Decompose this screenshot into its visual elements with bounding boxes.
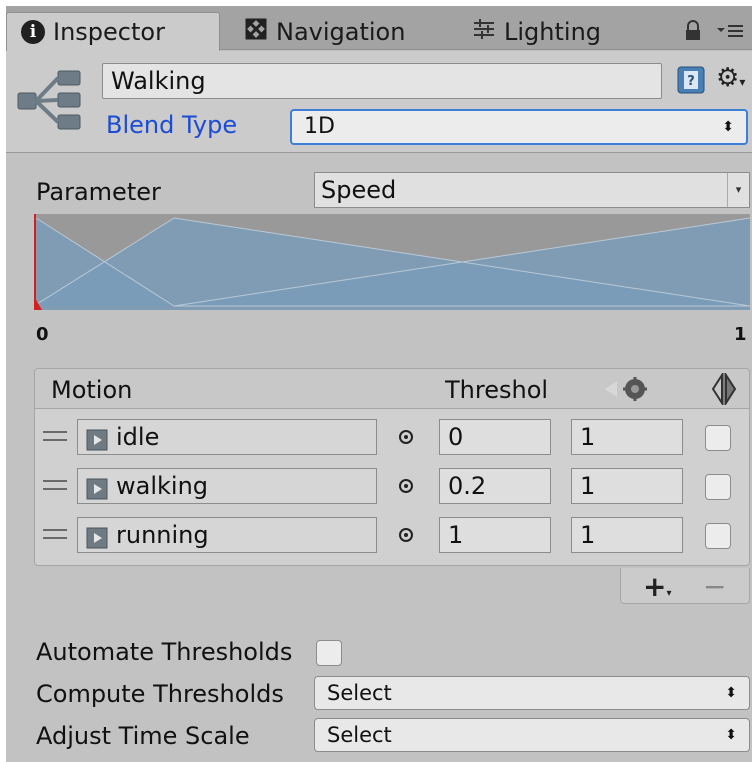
- object-picker-icon[interactable]: [397, 526, 415, 544]
- motion-row-idle: idle 0 1: [35, 413, 749, 462]
- info-icon: i: [21, 20, 45, 44]
- select-arrows-icon: ⬍: [725, 685, 737, 701]
- object-picker-icon[interactable]: [397, 428, 415, 446]
- speed-field[interactable]: 1: [571, 419, 683, 455]
- automate-thresholds-label: Automate Thresholds: [36, 638, 293, 666]
- blend-type-select[interactable]: 1D ⬍: [290, 109, 748, 145]
- menu-icon[interactable]: [716, 20, 744, 42]
- select-arrows-icon: ⬍: [725, 727, 737, 743]
- compute-thresholds-label: Compute Thresholds: [36, 680, 284, 708]
- select-arrows-icon: ⬍: [722, 119, 734, 135]
- adjust-time-scale-value: Select: [327, 723, 392, 747]
- motion-column-header: Motion: [51, 376, 133, 404]
- lock-icon[interactable]: [682, 20, 704, 42]
- tab-label: Lighting: [504, 17, 602, 46]
- motion-clip-field[interactable]: idle: [77, 419, 377, 455]
- blend-type-value: 1D: [304, 114, 335, 139]
- adjust-time-scale-select[interactable]: Select ⬍: [314, 718, 750, 752]
- axis-min-label: 0: [36, 324, 49, 345]
- add-label: +: [643, 570, 667, 603]
- svg-text:?: ?: [687, 74, 695, 89]
- speed-field[interactable]: 1: [571, 517, 683, 553]
- drag-handle-icon[interactable]: [43, 529, 67, 539]
- threshold-field[interactable]: 0: [439, 419, 551, 455]
- inspector-panel: i Inspector Navigation Lighting Walking …: [6, 6, 752, 762]
- compute-thresholds-select[interactable]: Select ⬍: [314, 676, 750, 710]
- blend-graph[interactable]: [28, 214, 751, 310]
- navigation-icon: [244, 17, 268, 47]
- blend-tree-name-field[interactable]: Walking: [102, 63, 662, 99]
- blend-tree-icon: [16, 65, 86, 135]
- motion-clip-field[interactable]: running: [77, 517, 377, 553]
- mirror-checkbox[interactable]: [705, 425, 731, 451]
- motion-clip-name: walking: [116, 472, 209, 500]
- animation-clip-icon: [86, 426, 108, 451]
- parameter-value: Speed: [321, 176, 397, 204]
- help-icon[interactable]: ?: [676, 65, 706, 95]
- motion-list: Motion Threshold idle 0 1: [34, 368, 750, 566]
- tab-lighting[interactable]: Lighting: [458, 12, 648, 51]
- motion-clip-name: running: [116, 521, 209, 549]
- add-motion-button[interactable]: +▾: [643, 570, 672, 603]
- dropdown-arrow-icon: ▾: [727, 173, 749, 207]
- motion-list-header: Motion Threshold: [35, 369, 749, 409]
- blend-tree-header: Walking ? ⚙▾ Blend Type 1D ⬍: [6, 51, 752, 153]
- threshold-field[interactable]: 0.2: [439, 468, 551, 504]
- mirror-checkbox[interactable]: [705, 523, 731, 549]
- automate-thresholds-checkbox[interactable]: [316, 640, 342, 666]
- compute-thresholds-value: Select: [327, 681, 392, 705]
- tab-label: Navigation: [276, 17, 406, 46]
- object-picker-icon[interactable]: [397, 477, 415, 495]
- tab-bar: i Inspector Navigation Lighting: [6, 6, 752, 51]
- parameter-select[interactable]: Speed ▾: [314, 172, 750, 208]
- animation-clip-icon: [86, 475, 108, 500]
- axis-max-label: 1: [734, 324, 747, 345]
- drag-handle-icon[interactable]: [43, 480, 67, 490]
- remove-motion-button[interactable]: −: [703, 570, 726, 603]
- tab-inspector[interactable]: i Inspector: [6, 12, 220, 51]
- speed-icon: [603, 377, 655, 401]
- gear-icon[interactable]: ⚙▾: [716, 63, 748, 95]
- threshold-field[interactable]: 1: [439, 517, 551, 553]
- adjust-time-scale-label: Adjust Time Scale: [36, 722, 250, 750]
- drag-handle-icon[interactable]: [43, 431, 67, 441]
- add-remove-bar: +▾ −: [620, 568, 750, 604]
- mirror-checkbox[interactable]: [705, 474, 731, 500]
- tab-label: Inspector: [53, 18, 165, 46]
- parameter-label: Parameter: [36, 178, 161, 206]
- mirror-icon: [709, 371, 739, 407]
- tab-navigation[interactable]: Navigation: [230, 12, 444, 51]
- threshold-column-header: Threshold: [445, 376, 549, 404]
- blend-type-label: Blend Type: [106, 111, 238, 139]
- motion-row-running: running 1 1: [35, 511, 749, 560]
- speed-field[interactable]: 1: [571, 468, 683, 504]
- motion-clip-field[interactable]: walking: [77, 468, 377, 504]
- motion-row-walking: walking 0.2 1: [35, 462, 749, 511]
- animation-clip-icon: [86, 524, 108, 549]
- lighting-icon: [472, 17, 496, 47]
- motion-clip-name: idle: [116, 423, 160, 451]
